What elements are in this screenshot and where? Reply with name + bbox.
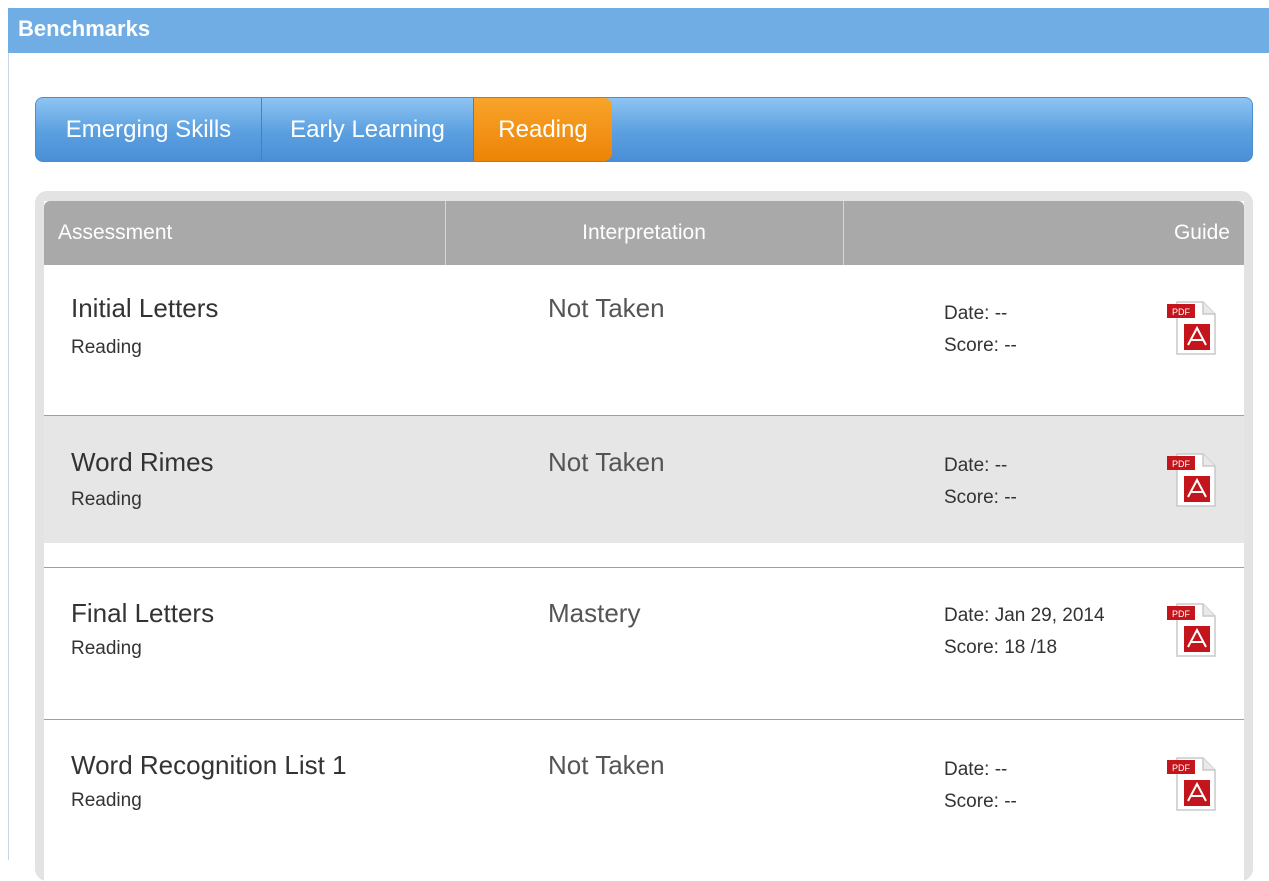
svg-text:PDF: PDF <box>1172 307 1191 317</box>
svg-text:PDF: PDF <box>1172 763 1191 773</box>
column-header-interpretation: Interpretation <box>582 221 706 244</box>
interpretation: Not Taken <box>548 750 665 780</box>
result-date: Date: -- <box>944 303 1008 324</box>
assessment-category: Reading <box>71 337 142 358</box>
assessment-category: Reading <box>71 790 142 811</box>
page-border <box>8 53 9 860</box>
column-header-assessment: Assessment <box>58 221 173 244</box>
assessment-name: Word Recognition List 1 <box>71 750 347 780</box>
assessment-category: Reading <box>71 489 142 510</box>
result-date: Date: -- <box>944 759 1008 780</box>
table-row: Final Letters Reading Mastery Date: Jan … <box>44 568 1244 720</box>
tab-reading[interactable]: Reading <box>474 98 612 161</box>
table-row: Word Recognition List 1 Reading Not Take… <box>44 720 1244 881</box>
tab-bar: Emerging Skills Early Learning Reading <box>35 97 1253 162</box>
assessment-category: Reading <box>71 638 142 659</box>
table-header: Assessment Interpretation Guide <box>44 201 1244 265</box>
benchmarks-table: Assessment Interpretation Guide Initial … <box>44 201 1244 881</box>
result-info: Date: -- Score: -- <box>944 450 1017 514</box>
result-score: Score: -- <box>944 791 1017 812</box>
assessment-name: Initial Letters <box>71 293 219 323</box>
page-header: Benchmarks <box>8 8 1269 53</box>
interpretation: Not Taken <box>548 293 665 323</box>
tab-early-learning[interactable]: Early Learning <box>262 98 474 161</box>
pdf-icon[interactable]: PDF <box>1167 300 1219 356</box>
pdf-icon[interactable]: PDF <box>1167 756 1219 812</box>
interpretation: Mastery <box>548 598 641 628</box>
result-info: Date: Jan 29, 2014 Score: 18 /18 <box>944 600 1105 664</box>
page-title: Benchmarks <box>18 16 151 41</box>
assessment-name: Final Letters <box>71 598 215 628</box>
result-score: Score: -- <box>944 335 1017 356</box>
result-score: Score: -- <box>944 487 1017 508</box>
result-score: Score: 18 /18 <box>944 637 1058 658</box>
column-header-guide: Guide <box>1173 221 1230 244</box>
interpretation: Not Taken <box>548 447 665 477</box>
assessment-name: Word Rimes <box>71 447 214 477</box>
pdf-icon[interactable]: PDF <box>1167 602 1219 658</box>
result-info: Date: -- Score: -- <box>944 754 1017 818</box>
result-date: Date: Jan 29, 2014 <box>944 605 1105 626</box>
svg-text:PDF: PDF <box>1172 609 1191 619</box>
table-row: Word Rimes Reading Not Taken Date: -- Sc… <box>44 416 1244 543</box>
table-row: Initial Letters Reading Not Taken Date: … <box>44 265 1244 416</box>
pdf-icon[interactable]: PDF <box>1167 452 1219 508</box>
row-spacer <box>44 543 1244 568</box>
column-divider <box>843 201 844 265</box>
result-info: Date: -- Score: -- <box>944 298 1017 362</box>
result-date: Date: -- <box>944 455 1008 476</box>
svg-text:PDF: PDF <box>1172 459 1191 469</box>
tab-emerging-skills[interactable]: Emerging Skills <box>36 98 262 161</box>
